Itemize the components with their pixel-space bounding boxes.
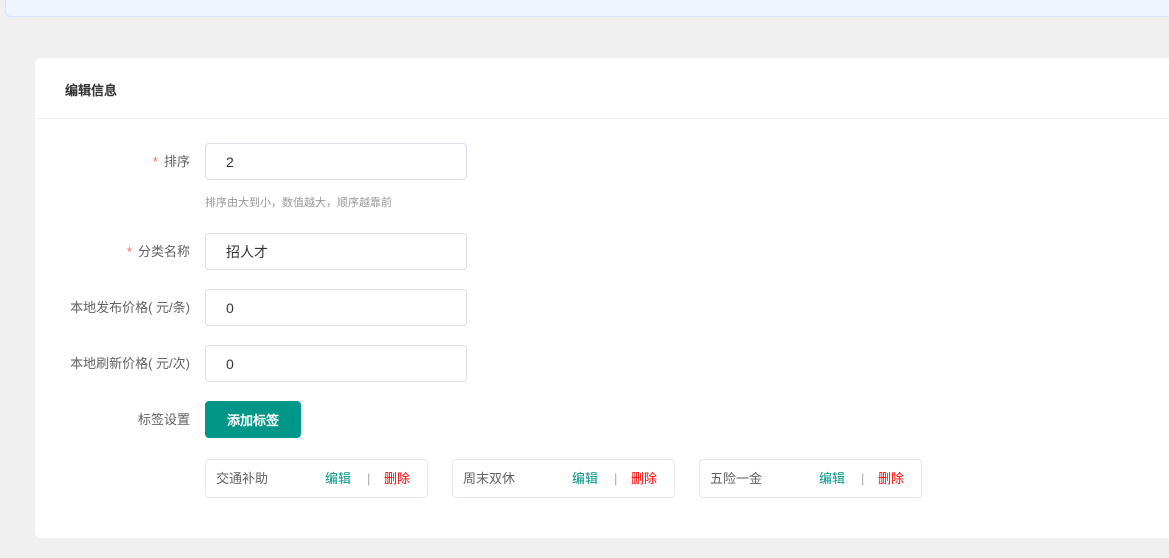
tags-row: 标签设置 添加标签 — [35, 401, 1169, 438]
edit-card: 编辑信息 * 排序 排序由大到小，数值越大，顺序越靠前 * 分类名称 本地发布价格(… — [35, 58, 1169, 538]
tag-name: 五险一金 — [710, 471, 763, 486]
tag-item: 交通补助 编辑 | 删除 — [205, 459, 428, 498]
sort-input[interactable] — [205, 143, 467, 180]
divider — [35, 118, 1169, 119]
separator: | — [367, 471, 371, 486]
sort-row: * 排序 — [35, 143, 1169, 180]
separator: | — [861, 471, 865, 486]
separator: | — [614, 471, 618, 486]
tag-delete-link[interactable]: 删除 — [878, 460, 904, 497]
add-tag-button[interactable]: 添加标签 — [205, 401, 301, 438]
top-banner — [5, 0, 1169, 17]
sort-label: 排序 — [163, 154, 190, 169]
tag-edit-link[interactable]: 编辑 — [819, 460, 845, 497]
tag-name: 周末双休 — [463, 471, 516, 486]
refresh-price-label: 本地刷新价格( 元/次) — [70, 356, 190, 371]
tag-item: 五险一金 编辑 | 删除 — [699, 459, 922, 498]
category-label: 分类名称 — [137, 244, 190, 259]
sort-hint: 排序由大到小，数值越大，顺序越靠前 — [205, 197, 392, 209]
tag-name: 交通补助 — [216, 471, 269, 486]
publish-price-label: 本地发布价格( 元/条) — [70, 300, 190, 315]
tag-delete-link[interactable]: 删除 — [631, 460, 657, 497]
publish-price-row: 本地发布价格( 元/条) — [35, 289, 1169, 326]
tag-delete-link[interactable]: 删除 — [384, 460, 410, 497]
tag-item: 周末双休 编辑 | 删除 — [452, 459, 675, 498]
required-mark: * — [152, 154, 158, 169]
category-name-input[interactable] — [205, 233, 467, 270]
publish-price-input[interactable] — [205, 289, 467, 326]
refresh-price-input[interactable] — [205, 345, 467, 382]
card-title: 编辑信息 — [65, 83, 118, 98]
category-row: * 分类名称 — [35, 233, 1169, 270]
tags-label: 标签设置 — [137, 412, 190, 427]
tag-edit-link[interactable]: 编辑 — [572, 460, 598, 497]
tag-edit-link[interactable]: 编辑 — [325, 460, 351, 497]
refresh-price-row: 本地刷新价格( 元/次) — [35, 345, 1169, 382]
required-mark: * — [126, 244, 132, 259]
